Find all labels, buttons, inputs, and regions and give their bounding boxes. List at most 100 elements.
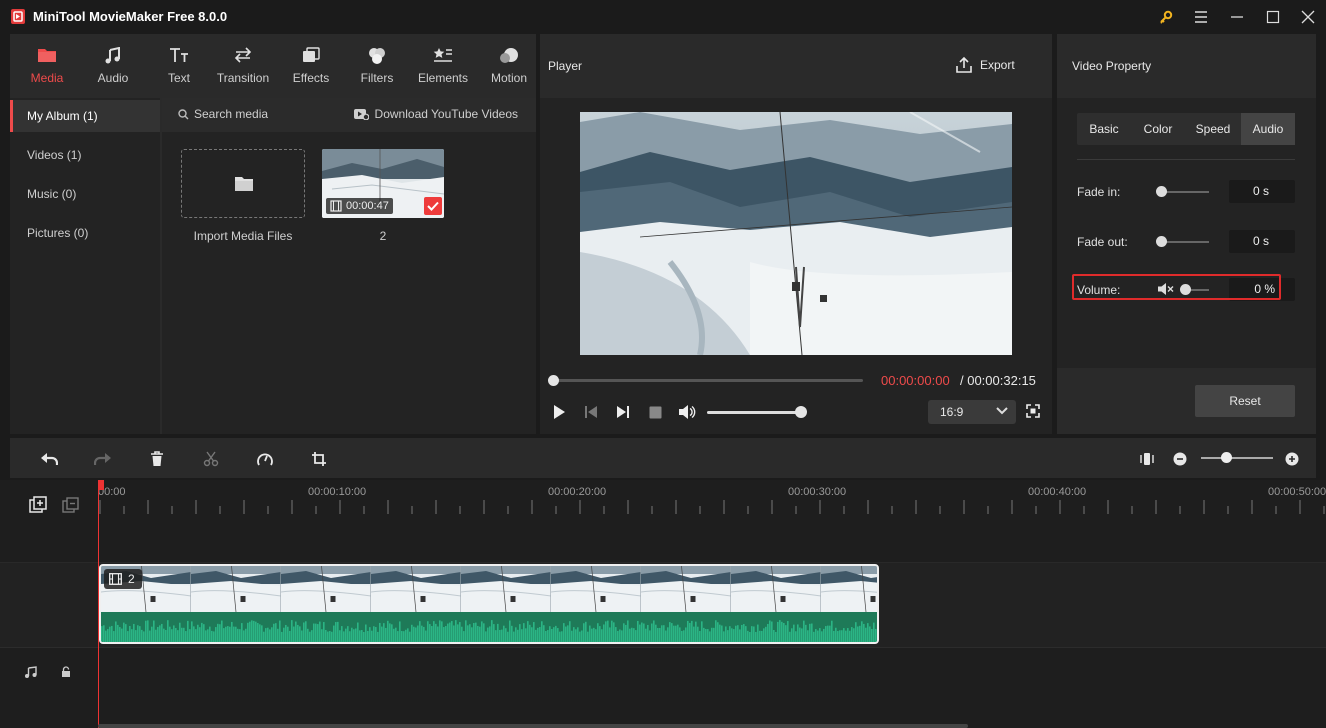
album-item-videos[interactable]: Videos (1) [10, 139, 160, 171]
playhead[interactable] [98, 480, 99, 728]
waveform-bar [863, 623, 865, 642]
waveform-bar [363, 631, 365, 642]
waveform-bar [227, 626, 229, 642]
audio-waveform [101, 612, 877, 642]
undo-icon[interactable] [38, 448, 60, 470]
fade-out-value[interactable]: 0 s [1229, 230, 1295, 253]
waveform-bar [507, 631, 509, 642]
aspect-ratio-select[interactable]: 16:9 [928, 400, 1016, 424]
maximize-icon[interactable] [1261, 5, 1285, 29]
speed-icon[interactable] [254, 448, 276, 470]
waveform-bar [779, 620, 781, 642]
waveform-bar [437, 626, 439, 642]
playhead-handle[interactable] [98, 480, 104, 490]
stop-icon[interactable] [646, 403, 664, 421]
waveform-bar [583, 623, 585, 642]
tab-audio[interactable]: Audio [80, 34, 146, 98]
album-item-pictures[interactable]: Pictures (0) [10, 217, 160, 249]
timeline-ruler[interactable]: 00:00 00:00:10:00 00:00:20:00 00:00:30:0… [98, 480, 1326, 518]
tab-audio[interactable]: Audio [1241, 113, 1295, 145]
playback-progress-track[interactable] [552, 379, 863, 382]
fade-out-track[interactable] [1161, 241, 1209, 243]
export-button[interactable]: Export [956, 56, 1015, 73]
film-icon [330, 200, 342, 212]
waveform-bar [873, 622, 875, 642]
music-track-lock-icon[interactable] [61, 666, 71, 678]
waveform-bar [265, 628, 267, 642]
waveform-bar [229, 626, 231, 642]
waveform-bar [407, 628, 409, 642]
crop-icon[interactable] [308, 448, 330, 470]
zoom-handle[interactable] [1221, 452, 1232, 463]
album-item-music[interactable]: Music (0) [10, 178, 160, 210]
tab-transition[interactable]: Transition [210, 34, 276, 98]
fade-in-value[interactable]: 0 s [1229, 180, 1295, 203]
waveform-bar [133, 623, 135, 642]
checkmark-icon[interactable] [424, 197, 442, 215]
tab-elements[interactable]: Elements [410, 34, 476, 98]
waveform-bar [603, 624, 605, 642]
zoom-track[interactable] [1201, 457, 1273, 459]
youtube-icon [353, 108, 369, 120]
redo-icon[interactable] [92, 448, 114, 470]
fade-in-handle[interactable] [1156, 186, 1167, 197]
minimize-icon[interactable] [1225, 5, 1249, 29]
tab-label: Transition [216, 71, 270, 85]
import-media-button[interactable] [181, 149, 305, 218]
waveform-bar [233, 626, 235, 642]
zoom-out-icon[interactable] [1169, 448, 1191, 470]
split-scissors-icon[interactable] [200, 448, 222, 470]
import-media-label: Import Media Files [193, 229, 293, 243]
media-clip-thumbnail[interactable]: 00:00:47 [322, 149, 444, 218]
album-item-my-album[interactable]: My Album (1) [10, 100, 160, 132]
add-track-icon[interactable] [29, 496, 47, 514]
volume-icon[interactable] [678, 403, 696, 421]
remove-track-icon[interactable] [62, 497, 79, 514]
tab-media[interactable]: Media [14, 34, 80, 98]
key-icon[interactable] [1154, 5, 1178, 29]
fit-timeline-icon[interactable] [1136, 448, 1158, 470]
timeline-video-clip[interactable]: 2 [99, 564, 879, 644]
tab-filters[interactable]: Filters [344, 34, 410, 98]
menu-icon[interactable] [1189, 5, 1213, 29]
tab-speed[interactable]: Speed [1185, 113, 1241, 145]
delete-icon[interactable] [146, 448, 168, 470]
waveform-bar [523, 623, 525, 642]
player-volume-handle[interactable] [795, 406, 807, 418]
player-volume-track[interactable] [707, 411, 801, 414]
youtube-label: Download YouTube Videos [374, 107, 518, 121]
waveform-bar [303, 622, 305, 642]
tab-effects[interactable]: Effects [278, 34, 344, 98]
waveform-bar [575, 629, 577, 642]
waveform-bar [449, 622, 451, 642]
ruler-ticks [99, 500, 1325, 514]
reset-button[interactable]: Reset [1195, 385, 1295, 417]
tab-motion[interactable]: Motion [476, 34, 542, 98]
timeline-scrollbar[interactable] [98, 724, 968, 728]
tab-basic[interactable]: Basic [1077, 113, 1131, 145]
waveform-bar [247, 622, 249, 642]
waveform-bar [529, 624, 531, 642]
waveform-bar [667, 627, 669, 642]
search-media-field[interactable]: Search media [178, 107, 268, 121]
folder-icon [37, 47, 57, 63]
waveform-bar [275, 623, 277, 642]
play-icon[interactable] [550, 403, 568, 421]
waveform-bar [499, 629, 501, 642]
waveform-bar [295, 621, 297, 642]
fade-in-track[interactable] [1161, 191, 1209, 193]
tab-color[interactable]: Color [1131, 113, 1185, 145]
next-frame-icon[interactable] [614, 403, 632, 421]
tab-text[interactable]: Text [146, 34, 212, 98]
playback-progress-handle[interactable] [548, 375, 559, 386]
zoom-in-icon[interactable] [1281, 448, 1303, 470]
waveform-bar [859, 625, 861, 642]
fade-out-handle[interactable] [1156, 236, 1167, 247]
download-youtube-button[interactable]: Download YouTube Videos [353, 107, 518, 121]
waveform-bar [459, 622, 461, 642]
previous-frame-icon[interactable] [582, 403, 600, 421]
waveform-bar [527, 621, 529, 642]
search-icon [178, 108, 189, 120]
close-icon[interactable] [1296, 5, 1320, 29]
fullscreen-icon[interactable] [1026, 404, 1040, 418]
